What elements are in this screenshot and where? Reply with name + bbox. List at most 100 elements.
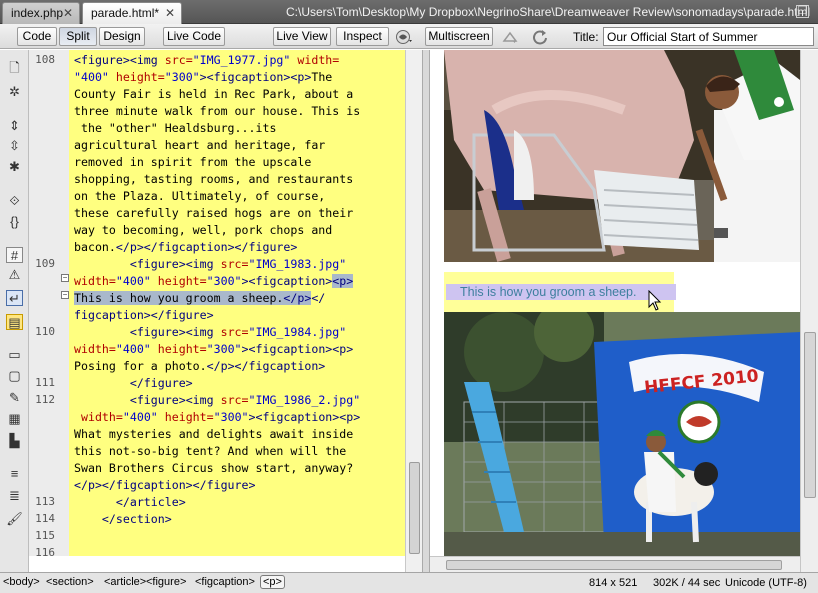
- split-divider[interactable]: [422, 50, 430, 572]
- balance-braces-icon[interactable]: {}: [6, 214, 23, 230]
- code-line[interactable]: County Fair is held in Rec Park, about a: [74, 86, 353, 103]
- collapse-toggle-icon[interactable]: −: [61, 274, 69, 282]
- code-line[interactable]: What mysteries and delights await inside: [74, 426, 353, 443]
- photo-sheep-grooming[interactable]: HFFCF 2010: [444, 312, 800, 556]
- tag-selector-figure[interactable]: <figure>: [146, 576, 186, 588]
- code-line[interactable]: <figure><img src="IMG_1977.jpg" width=: [74, 52, 339, 69]
- word-wrap-icon[interactable]: ↵: [6, 290, 23, 306]
- code-line[interactable]: agricultural heart and heritage, far: [74, 137, 325, 154]
- line-numbers-icon[interactable]: #: [6, 247, 23, 263]
- code-token: "IMG_1984.jpg": [248, 325, 347, 339]
- design-vertical-scrollbar[interactable]: [800, 50, 818, 572]
- live-code-button[interactable]: Live Code: [163, 27, 225, 46]
- close-tab-icon[interactable]: ✕: [165, 6, 175, 20]
- code-editor[interactable]: <figure><img src="IMG_1977.jpg" width= "4…: [69, 50, 405, 556]
- code-line[interactable]: on the Plaza. Ultimately, of course,: [74, 188, 325, 205]
- code-line[interactable]: removed in spirit from the upscale: [74, 154, 311, 171]
- code-line[interactable]: this not-so-big tent? And when will the: [74, 443, 346, 460]
- code-token: <figure>: [129, 325, 186, 339]
- code-token: this not-so-big tent? And when will the: [74, 444, 347, 458]
- code-line[interactable]: <figure><img src="IMG_1984.jpg": [74, 324, 346, 341]
- code-line[interactable]: <figure><img src="IMG_1983.jpg": [74, 256, 346, 273]
- multiscreen-button[interactable]: Multiscreen: [425, 27, 493, 46]
- design-view[interactable]: This is how you groom a sheep. HFFCF 201…: [430, 50, 800, 556]
- expand-all-icon[interactable]: ✱: [6, 159, 23, 175]
- code-view-button[interactable]: Code: [17, 27, 57, 46]
- tab-label: parade.html*: [91, 6, 160, 20]
- tag-selector-figcaption[interactable]: <figcaption>: [195, 576, 255, 588]
- split-view-button[interactable]: Split: [59, 27, 97, 46]
- collapse-toggle-icon[interactable]: −: [61, 291, 69, 299]
- code-line[interactable]: Posing for a photo.</p></figcaption>: [74, 358, 325, 375]
- code-line[interactable]: three minute walk from our house. This i…: [74, 103, 360, 120]
- selected-paragraph[interactable]: This is how you groom a sheep.: [446, 284, 676, 300]
- design-horizontal-scrollbar[interactable]: [430, 556, 800, 572]
- close-tab-icon[interactable]: ✕: [63, 6, 73, 20]
- code-vertical-scrollbar[interactable]: [405, 50, 422, 572]
- restore-window-icon[interactable]: ❐: [796, 5, 809, 18]
- line-number: 114: [35, 512, 55, 525]
- tag-selector-article[interactable]: <article>: [104, 576, 146, 588]
- code-line[interactable]: Swan Brothers Circus show start, anyway?: [74, 460, 353, 477]
- code-line[interactable]: <figure><img src="IMG_1986_2.jpg": [74, 392, 360, 409]
- design-view-button[interactable]: Design: [99, 27, 145, 46]
- code-line[interactable]: the "other" Healdsburg...its: [74, 120, 276, 137]
- code-line[interactable]: </p></figcaption></figure>: [74, 477, 255, 494]
- code-line[interactable]: width="400" height="300"><figcaption><p>: [74, 341, 353, 358]
- code-line[interactable]: shopping, tasting rooms, and restaurants: [74, 171, 353, 188]
- code-line[interactable]: This is how you groom a sheep.</p></: [74, 290, 325, 307]
- tag-selector-body[interactable]: <body>: [3, 576, 40, 588]
- code-token: County Fair is held in Rec Park, about a: [74, 87, 354, 101]
- live-view-button[interactable]: Live View: [273, 27, 331, 46]
- tab-parade-html[interactable]: parade.html* ✕: [82, 2, 182, 24]
- indent-code-icon[interactable]: ≡: [6, 466, 23, 482]
- figcaption-block[interactable]: This is how you groom a sheep.: [444, 272, 676, 312]
- code-line[interactable]: </figure>: [74, 375, 193, 392]
- code-line[interactable]: width="400" height="300"><figcaption><p>: [74, 273, 354, 290]
- open-documents-icon[interactable]: 🗋: [6, 60, 23, 76]
- code-line[interactable]: way to becoming, well, pork chops and: [74, 222, 332, 239]
- code-token: <img: [185, 393, 221, 407]
- show-code-navigator-icon[interactable]: ✲: [6, 84, 23, 100]
- syntax-coloring-icon[interactable]: ▤: [6, 314, 23, 330]
- move-css-icon[interactable]: ▙: [6, 433, 23, 449]
- scrollbar-thumb[interactable]: [446, 560, 782, 570]
- highlight-invalid-code-icon[interactable]: ⚠: [6, 267, 23, 283]
- code-token: ><figcaption><p>: [241, 342, 354, 356]
- code-line[interactable]: </article>: [74, 494, 186, 511]
- refresh-icon[interactable]: [532, 29, 548, 45]
- wrap-tag-icon[interactable]: ✎: [6, 390, 23, 406]
- tag-selector-p[interactable]: <p>: [260, 575, 285, 589]
- line-number: 109: [35, 257, 55, 270]
- visual-aids-icon[interactable]: [502, 29, 518, 45]
- scrollbar-thumb[interactable]: [409, 462, 420, 554]
- scrollbar-thumb[interactable]: [804, 332, 816, 498]
- collapse-selection-icon[interactable]: ⇳: [6, 138, 23, 154]
- code-token: width=: [74, 342, 116, 356]
- tab-index-php[interactable]: index.php ✕: [2, 2, 80, 24]
- apply-comment-icon[interactable]: ▭: [6, 347, 23, 363]
- code-token: "400": [115, 274, 151, 288]
- code-line[interactable]: </section>: [74, 511, 172, 528]
- code-line[interactable]: "400" height="300"><figcaption><p>The: [74, 69, 332, 86]
- tag-selector-section[interactable]: <section>: [46, 576, 94, 588]
- recent-snippets-icon[interactable]: ▦: [6, 411, 23, 427]
- browser-preview-icon[interactable]: [396, 29, 412, 45]
- document-title-input[interactable]: [603, 27, 814, 46]
- remove-comment-icon[interactable]: ▢: [6, 368, 23, 384]
- inspect-button[interactable]: Inspect: [336, 27, 389, 46]
- code-line[interactable]: width="400" height="300"><figcaption><p>: [74, 409, 360, 426]
- outdent-code-icon[interactable]: ≣: [6, 488, 23, 504]
- code-token: The: [311, 70, 333, 84]
- code-line[interactable]: figcaption></figure>: [74, 307, 214, 324]
- format-source-code-icon[interactable]: 🖌: [6, 511, 23, 527]
- photo-pig-grooming[interactable]: [444, 50, 800, 262]
- select-parent-tag-icon[interactable]: ⟐: [6, 193, 23, 209]
- window-size[interactable]: 814 x 521: [589, 577, 637, 589]
- code-line[interactable]: bacon.</p></figcaption></figure>: [74, 239, 297, 256]
- code-line[interactable]: these carefully raised hogs are on their: [74, 205, 353, 222]
- code-token: Posing for a photo.: [74, 359, 207, 373]
- collapse-full-tag-icon[interactable]: ⇕: [6, 118, 23, 134]
